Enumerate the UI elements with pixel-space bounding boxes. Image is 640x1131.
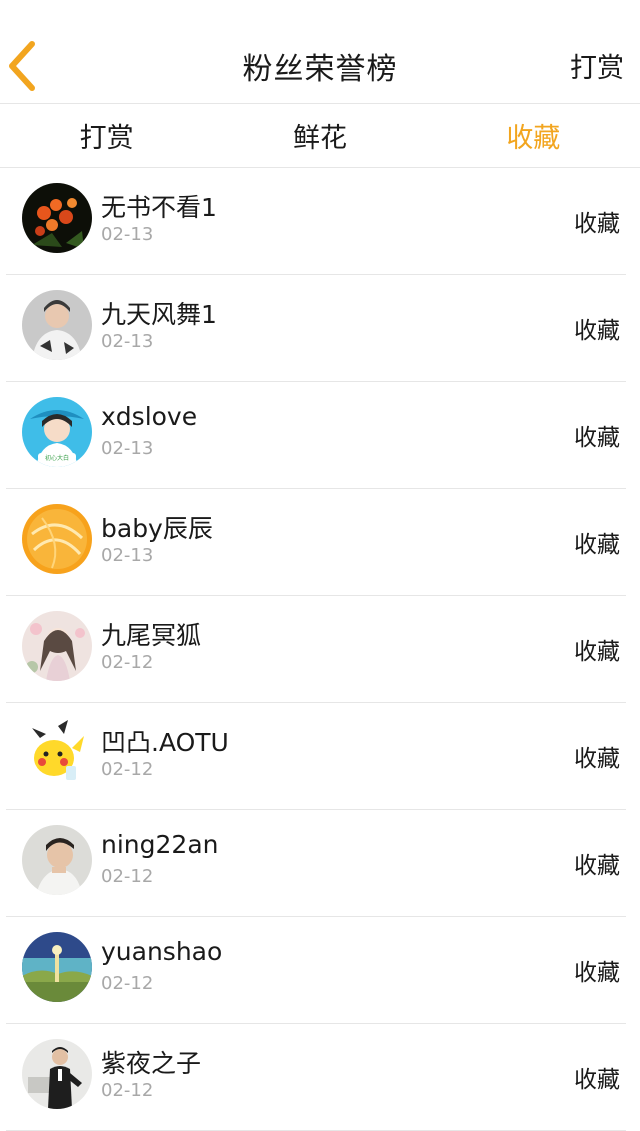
tab-tip[interactable]: 打赏: [0, 104, 213, 167]
date-label: 02-13: [101, 224, 154, 245]
page-title: 粉丝荣誉榜: [242, 52, 398, 87]
date-label: 02-12: [101, 759, 154, 780]
orange-avatar[interactable]: [22, 504, 92, 574]
date-label: 02-12: [101, 652, 154, 673]
date-label: 02-12: [101, 1080, 154, 1101]
list-item[interactable]: yuanshao 02-12 收藏: [6, 917, 626, 1024]
favorite-label: 收藏: [574, 318, 620, 344]
landscape-avatar[interactable]: [22, 932, 92, 1002]
user-name: 无书不看1: [101, 193, 217, 222]
tab-favorites[interactable]: 收藏: [427, 104, 640, 167]
date-label: 02-13: [101, 438, 154, 459]
tab-bar: 打赏 鲜花 收藏: [0, 104, 640, 168]
user-name: baby辰辰: [101, 514, 213, 543]
date-label: 02-13: [101, 545, 154, 566]
favorite-label: 收藏: [574, 425, 620, 451]
list-item[interactable]: baby辰辰 02-13 收藏: [6, 489, 626, 596]
list-item[interactable]: 紫夜之子 02-12 收藏: [6, 1024, 626, 1131]
top-bar: 粉丝荣誉榜 打赏: [0, 0, 640, 104]
svg-text:初心大白: 初心大白: [45, 454, 69, 462]
user-name: ning22an: [101, 830, 219, 859]
fan-list: 无书不看1 02-13 收藏 九天风舞1 02-13 收藏 初心大白 xdslo…: [0, 168, 640, 1131]
tip-button[interactable]: 打赏: [570, 46, 624, 85]
user-name: yuanshao: [101, 937, 223, 966]
list-item[interactable]: 凹凸.AOTU 02-12 收藏: [6, 703, 626, 810]
person-avatar[interactable]: [22, 290, 92, 360]
favorite-label: 收藏: [574, 639, 620, 665]
list-item[interactable]: 无书不看1 02-13 收藏: [6, 168, 626, 275]
date-label: 02-12: [101, 866, 154, 887]
user-name: xdslove: [101, 402, 198, 431]
anime-girl-avatar[interactable]: [22, 611, 92, 681]
tab-flowers[interactable]: 鲜花: [213, 104, 426, 167]
favorite-label: 收藏: [574, 960, 620, 986]
list-item[interactable]: 九天风舞1 02-13 收藏: [6, 275, 626, 382]
girl-avatar[interactable]: 初心大白: [22, 397, 92, 467]
pikachu-avatar[interactable]: [22, 718, 92, 788]
user-name: 九尾冥狐: [101, 621, 202, 650]
man-in-suit-avatar[interactable]: [22, 1039, 92, 1109]
favorite-label: 收藏: [574, 532, 620, 558]
list-item[interactable]: ning22an 02-12 收藏: [6, 810, 626, 917]
boy-avatar[interactable]: [22, 825, 92, 895]
favorite-label: 收藏: [574, 853, 620, 879]
favorite-label: 收藏: [574, 1067, 620, 1093]
date-label: 02-12: [101, 973, 154, 994]
user-name: 紫夜之子: [101, 1049, 202, 1078]
favorite-label: 收藏: [574, 746, 620, 772]
favorite-label: 收藏: [574, 211, 620, 237]
user-name: 九天风舞1: [101, 300, 217, 329]
list-item[interactable]: 初心大白 xdslove 02-13 收藏: [6, 382, 626, 489]
list-item[interactable]: 九尾冥狐 02-12 收藏: [6, 596, 626, 703]
user-name: 凹凸.AOTU: [101, 728, 229, 757]
date-label: 02-13: [101, 331, 154, 352]
flower-avatar[interactable]: [22, 183, 92, 253]
